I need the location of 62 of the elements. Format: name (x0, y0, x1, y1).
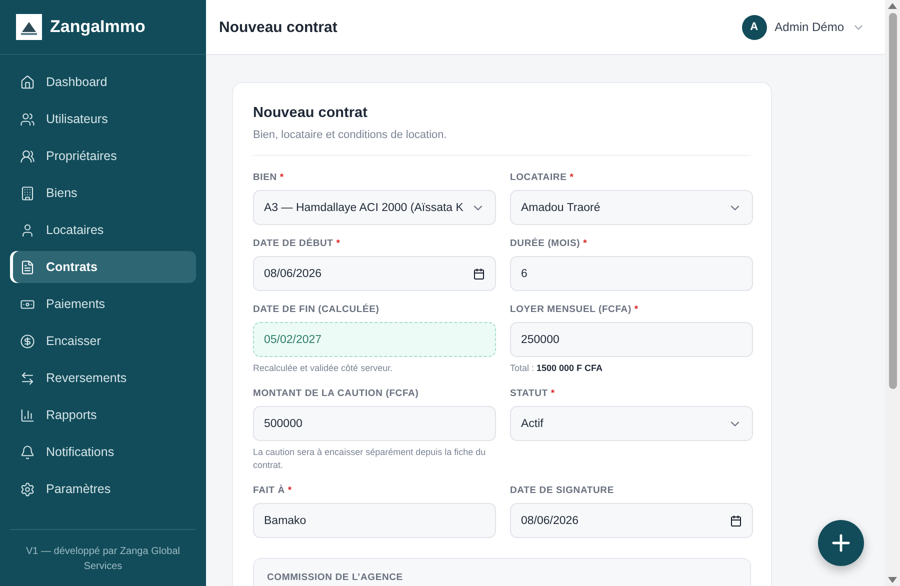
field-label: LOYER MENSUEL (FCFA) * (510, 304, 640, 316)
field-label: DATE DE DÉBUT * (253, 238, 342, 250)
sidebar-footer-text: V1 — développé par Zanga Global Services (10, 529, 196, 586)
logo-icon (16, 14, 42, 40)
select-field[interactable]: A3 — Hamdallaye ACI 2000 (Aïssata K (253, 190, 496, 225)
avatar: A (742, 14, 767, 40)
help-text: Recalculée et validée côté serveur. (253, 362, 394, 375)
input-field[interactable]: 05/02/2027 (253, 322, 496, 357)
page-title: Nouveau contrat (219, 18, 338, 36)
sidebar-item[interactable]: Reversements (10, 362, 196, 394)
settings-icon (20, 482, 35, 496)
users-icon (20, 112, 35, 126)
select-field[interactable]: Actif (510, 406, 753, 441)
sidebar-item[interactable]: Dashboard (10, 66, 196, 98)
input-field[interactable]: 250000 (510, 322, 753, 357)
building-icon (20, 186, 35, 200)
sidebar-item[interactable]: Notifications (10, 436, 196, 468)
home-icon (20, 74, 35, 90)
calendar-icon[interactable] (730, 514, 742, 526)
form-subtitle: Bien, locataire et conditions de location. (253, 129, 448, 141)
select-field[interactable]: Amadou Traoré (510, 190, 753, 225)
sidebar-item[interactable]: Paiements (10, 288, 196, 320)
input-field[interactable]: Bamako (253, 503, 496, 538)
sidebar-item[interactable]: Propriétaires (10, 140, 196, 172)
sidebar-item[interactable]: Rapports (10, 399, 196, 431)
bar-chart-icon (20, 408, 35, 422)
date-field[interactable]: 08/06/2026 (253, 256, 496, 291)
brand-name: ZangaImmo (50, 17, 146, 37)
date-field[interactable]: 08/06/2026 (510, 503, 753, 538)
section-title: COMMISSION DE L’AGENCE (267, 572, 404, 583)
field-label: FAIT À * (253, 485, 293, 497)
field-label: LOCATAIRE * (510, 172, 575, 184)
field-label: STATUT * (510, 388, 556, 400)
sidebar-item[interactable]: Locataires (10, 214, 196, 246)
input-field[interactable]: 500000 (253, 406, 496, 441)
field-label: MONTANT DE LA CAUTION (FCFA) (253, 388, 420, 400)
field-label: DATE DE SIGNATURE (510, 485, 615, 497)
sidebar-item[interactable]: Utilisateurs (10, 103, 196, 135)
scroll-up-icon[interactable] (888, 3, 897, 9)
users-icon (20, 148, 35, 164)
dollar-coin-icon (20, 334, 35, 348)
arrows-icon (20, 370, 35, 386)
add-button[interactable] (818, 520, 864, 566)
sidebar-item[interactable]: Paramètres (10, 473, 196, 505)
field-label: BIEN * (253, 172, 285, 184)
scroll-down-icon[interactable] (888, 577, 897, 583)
scrollbar-thumb[interactable] (888, 13, 896, 389)
scrollbar[interactable] (885, 0, 900, 586)
user-menu-button[interactable]: A Admin Démo (742, 14, 865, 40)
field-label: DATE DE FIN (CALCULÉE) (253, 304, 380, 316)
document-icon (20, 260, 35, 274)
help-text: La caution sera à encaisser séparément depuis la fiche du contrat. (253, 446, 487, 472)
calendar-icon[interactable] (473, 268, 485, 280)
field-label: DURÉE (MOIS) * (510, 238, 588, 250)
sidebar-item[interactable]: Contrats (10, 251, 196, 283)
sidebar-item[interactable]: Encaisser (10, 325, 196, 357)
help-text: Total : 1500 000 F CFA (510, 362, 604, 375)
input-field[interactable]: 6 (510, 256, 753, 291)
bell-icon (20, 444, 35, 460)
sidebar-item[interactable]: Biens (10, 177, 196, 209)
user-icon (20, 222, 35, 238)
form-title: Nouveau contrat (253, 105, 368, 121)
